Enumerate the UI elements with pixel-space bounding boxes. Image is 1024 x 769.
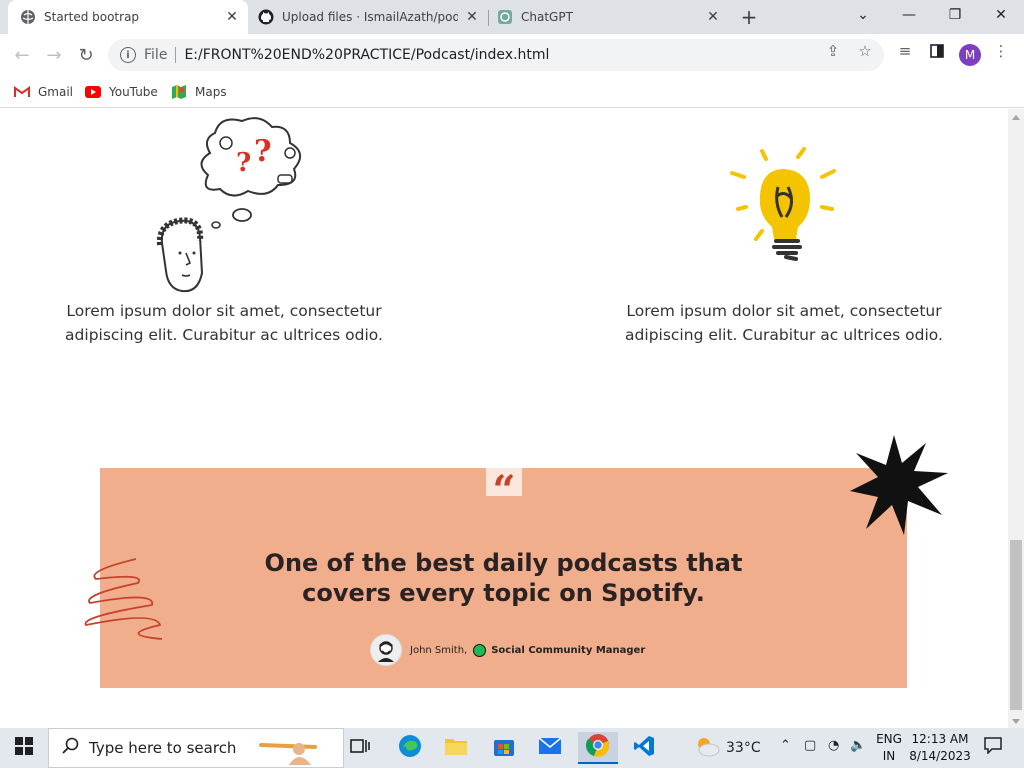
taskbar-chrome[interactable] [578,732,618,764]
reading-list-icon[interactable]: ≡ [896,42,914,60]
bookmarks-bar: Gmail YouTube Maps [0,76,1024,108]
language-region: IN [882,749,896,763]
spotify-icon [473,643,487,657]
forward-button[interactable]: → [42,43,66,67]
show-hidden-icons-icon[interactable]: ⌃ [780,738,791,753]
bookmark-youtube[interactable]: YouTube [85,83,158,101]
url-text: E:/FRONT%20END%20PRACTICE/Podcast/index.… [184,47,550,63]
feature-text-left: Lorem ipsum dolor sit amet, consectetur … [65,302,383,344]
tab-upload-files[interactable]: Upload files · IsmailAzath/podcas ✕ [248,0,488,34]
task-view-button[interactable] [340,732,380,764]
bookmark-star-icon[interactable]: ☆ [856,42,874,60]
task-view-icon [350,737,370,759]
site-info-icon[interactable]: i [120,47,136,63]
new-tab-button[interactable]: + [738,6,760,28]
starburst-decoration [848,433,950,537]
github-icon [258,9,274,25]
testimonial-attribution: John Smith, Social Community Manager [370,634,645,666]
tab-started-bootrap[interactable]: Started bootrap ✕ [8,0,248,34]
scrollbar-thumb[interactable] [1010,540,1022,710]
language-indicator[interactable]: ENG IN [872,731,906,765]
tab-title: Started bootrap [44,10,140,24]
windows-taskbar: Type here to search 33°C ⌃ ▢ ◔ 🔈 ENG IN [0,728,1024,768]
search-highlight-icon [259,735,329,769]
tab-chatgpt[interactable]: ChatGPT ✕ [489,0,729,34]
testimonial-quote: One of the best daily podcasts that cove… [264,549,743,607]
taskbar-edge[interactable] [390,732,430,764]
weather-widget[interactable]: 33°C [694,736,761,760]
back-button[interactable]: ← [10,43,34,67]
clock-date: 8/14/2023 [909,749,971,763]
bookmark-gmail[interactable]: Gmail [14,83,73,101]
scroll-down-icon[interactable] [1012,719,1020,724]
share-icon[interactable]: ⇪ [824,42,842,60]
start-button[interactable] [0,728,48,768]
author-role: Social Community Manager [491,644,646,656]
lightbulb-icon [726,147,840,267]
taskbar-mail[interactable] [530,732,570,764]
svg-text:?: ? [236,148,251,178]
store-icon [493,735,515,761]
bookmark-label: YouTube [109,85,158,99]
browser-toolbar: ← → ↻ i File E:/FRONT%20END%20PRACTICE/P… [0,34,1024,76]
restore-button[interactable]: ❐ [932,0,978,30]
close-tab-icon[interactable]: ✕ [224,9,240,25]
notifications-icon[interactable] [984,736,1002,758]
svg-text:?: ? [254,134,272,169]
tab-search-button[interactable]: ⌄ [840,0,886,30]
reload-button[interactable]: ↻ [74,43,98,67]
page-viewport: ? ? Lorem ipsum dolor sit amet, consecte… [0,109,1008,728]
address-bar[interactable]: i File E:/FRONT%20END%20PRACTICE/Podcast… [108,39,884,71]
taskbar-file-explorer[interactable] [436,732,476,764]
minimize-button[interactable]: — [886,0,932,30]
bookmark-maps[interactable]: Maps [171,83,227,101]
mail-icon [538,737,562,759]
close-window-button[interactable]: ✕ [978,0,1024,30]
volume-muted-icon[interactable]: 🔈 [850,738,866,753]
youtube-icon [85,86,101,98]
profile-avatar[interactable]: M [959,44,981,66]
search-placeholder: Type here to search [89,739,237,757]
testimonial-card: “ One of the best daily podcasts that co… [100,468,907,688]
network-icon[interactable]: ◔ [828,738,839,753]
weather-temp: 33°C [726,740,761,756]
windows-logo-icon [15,737,33,759]
feature-text-right: Lorem ipsum dolor sit amet, consectetur … [625,302,943,344]
clock-time: 12:13 AM [911,732,969,746]
edge-icon [398,734,422,762]
taskbar-search-box[interactable]: Type here to search [48,728,344,768]
globe-icon [20,9,36,25]
folder-icon [444,736,468,760]
chatgpt-icon [497,9,513,25]
language-code: ENG [876,732,902,746]
scheme-label: File [144,47,168,63]
weather-cloud-sun-icon [694,735,720,761]
taskbar-store[interactable] [484,732,524,764]
gmail-icon [14,86,30,98]
vscode-icon [633,735,655,761]
divider [175,47,177,63]
scroll-up-icon[interactable] [1012,115,1020,120]
author-name: John Smith, [410,644,468,656]
meet-now-icon[interactable]: ▢ [804,738,816,753]
close-tab-icon[interactable]: ✕ [705,9,721,25]
menu-kebab-icon[interactable]: ⋮ [992,42,1010,60]
maps-icon [171,84,187,100]
bookmark-label: Maps [195,85,227,99]
quote-mark-icon: “ [486,468,522,514]
side-panel-icon[interactable] [928,42,946,60]
page-scrollbar[interactable] [1008,109,1024,728]
author-avatar [370,634,402,666]
system-clock[interactable]: 12:13 AM 8/14/2023 [908,731,972,765]
close-tab-icon[interactable]: ✕ [464,9,480,25]
taskbar-vscode[interactable] [624,732,664,764]
search-icon [61,737,79,759]
tab-title: Upload files · IsmailAzath/podcas [282,10,458,24]
bookmark-label: Gmail [38,85,74,99]
chrome-icon [585,733,610,761]
thinking-person-icon: ? ? [150,113,320,293]
scribble-decoration [76,555,166,643]
tab-strip: Started bootrap ✕ Upload files · IsmailA… [0,0,1024,34]
tab-title: ChatGPT [521,10,573,24]
